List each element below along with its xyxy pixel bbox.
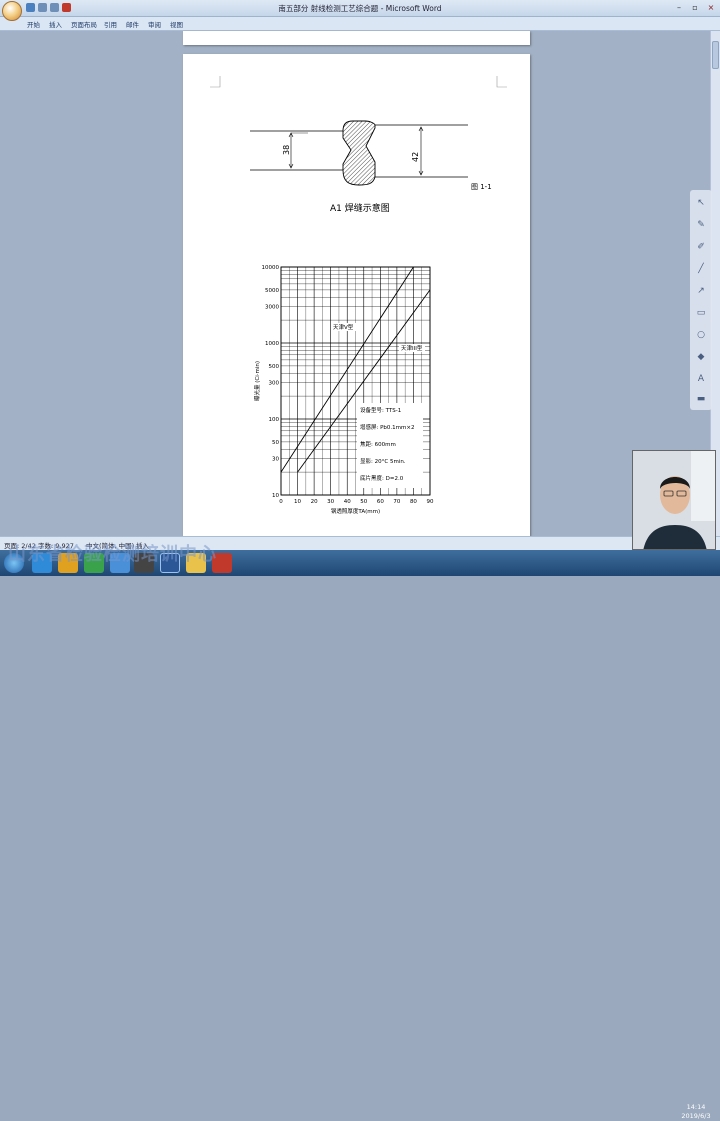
series-label-iii: 天津III型 — [401, 344, 423, 352]
x-tick-label: 40 — [344, 499, 351, 505]
x-tick-label: 80 — [410, 499, 417, 505]
x-tick-label: 90 — [427, 499, 434, 505]
close-button[interactable]: × — [704, 2, 718, 13]
figure-caption: A1 焊缝示意图 — [330, 202, 390, 214]
text-icon[interactable]: A — [694, 372, 708, 386]
tab-references[interactable]: 引用 — [104, 19, 117, 29]
info-line: 焦距: 600mm — [360, 440, 396, 448]
x-tick-label: 10 — [294, 499, 301, 505]
dim-left-label: 38 — [282, 145, 291, 155]
figure-number: 图 1-1 — [471, 183, 492, 191]
y-tick-label: 10 — [272, 493, 279, 499]
window-title: 南五部分 射线检测工艺综合题 - Microsoft Word — [278, 4, 442, 13]
x-tick-label: 50 — [360, 499, 367, 505]
tab-page-layout[interactable]: 页面布局 — [71, 19, 97, 29]
annotation-toolbar: ↖ ✎ ✐ ╱ ↗ ▭ ○ ◆ A ▬ — [690, 190, 712, 410]
pen-icon[interactable]: ✎ — [694, 218, 708, 232]
info-line: 底片黑度: D=2.0 — [360, 474, 404, 482]
minimize-button[interactable]: – — [672, 2, 686, 13]
tab-home[interactable]: 开始 — [27, 19, 40, 29]
tab-review[interactable]: 审阅 — [148, 19, 161, 29]
exposure-chart: 0 10 20 30 40 50 60 70 80 90100005000300010005003… — [253, 265, 434, 515]
previous-page — [183, 31, 530, 45]
scroll-thumb[interactable] — [712, 41, 719, 69]
x-tick-label: 20 — [311, 499, 318, 505]
clock-date: 2019/6/3 — [681, 1112, 711, 1120]
clock-time: 14:14 — [686, 1103, 706, 1111]
info-line: 增感屏: Pb0.1mm×2 — [360, 423, 414, 431]
info-line: 显影: 20°C 5min. — [360, 457, 406, 465]
tab-insert[interactable]: 插入 — [49, 19, 62, 29]
arrow-icon[interactable]: ↗ — [694, 284, 708, 298]
maximize-button[interactable]: ▫ — [688, 2, 702, 13]
line-icon[interactable]: ╱ — [694, 262, 708, 276]
ellipse-icon[interactable]: ○ — [694, 328, 708, 342]
x-tick-label: 60 — [377, 499, 384, 505]
x-tick-label: 30 — [327, 499, 334, 505]
x-tick-label: 70 — [393, 499, 400, 505]
watermark: 山东省检验检测培训中心 — [8, 544, 217, 565]
weld-diagram: 38 42 图 1-1 A1 焊缝示意图 — [250, 120, 492, 214]
webcam-overlay — [632, 450, 716, 550]
info-line: 设备型号: TTS-1 — [360, 406, 401, 414]
tab-mailings[interactable]: 邮件 — [126, 19, 139, 29]
y-tick-label: 300 — [269, 381, 280, 387]
x-tick-label: 0 — [279, 499, 283, 505]
y-tick-label: 5000 — [265, 288, 279, 294]
marker-icon[interactable]: ✐ — [694, 240, 708, 254]
y-axis-label: 曝光量 (Ci·min) — [253, 361, 261, 401]
shapes-icon[interactable]: ◆ — [694, 350, 708, 364]
eraser-icon[interactable]: ▬ — [694, 392, 708, 406]
clock[interactable]: 14:14 2019/6/3 — [672, 1103, 720, 1121]
y-tick-label: 50 — [272, 440, 279, 446]
y-tick-label: 30 — [272, 457, 279, 463]
weld-bead — [342, 120, 376, 186]
x-axis-label: 钢透照厚度TA(mm) — [331, 507, 380, 515]
dim-right-label: 42 — [411, 152, 420, 162]
y-tick-label: 10000 — [262, 265, 280, 271]
current-page[interactable]: 38 42 图 1-1 A1 焊缝示意图 0 10 20 30 40 50 60 70 80 90… — [183, 54, 530, 536]
cursor-icon[interactable]: ↖ — [694, 196, 708, 210]
series-label-v: 天津V型 — [333, 323, 354, 331]
y-tick-label: 500 — [269, 364, 280, 370]
office-button[interactable] — [2, 1, 22, 21]
y-tick-label: 3000 — [265, 305, 279, 311]
y-tick-label: 100 — [269, 417, 280, 423]
y-tick-label: 1000 — [265, 341, 279, 347]
ribbon-tabs: 开始 插入 页面布局 引用 邮件 审阅 视图 — [0, 17, 720, 31]
rectangle-icon[interactable]: ▭ — [694, 306, 708, 320]
title-bar: 南五部分 射线检测工艺综合题 - Microsoft Word – ▫ × — [0, 0, 720, 17]
tab-view[interactable]: 视图 — [170, 19, 183, 29]
